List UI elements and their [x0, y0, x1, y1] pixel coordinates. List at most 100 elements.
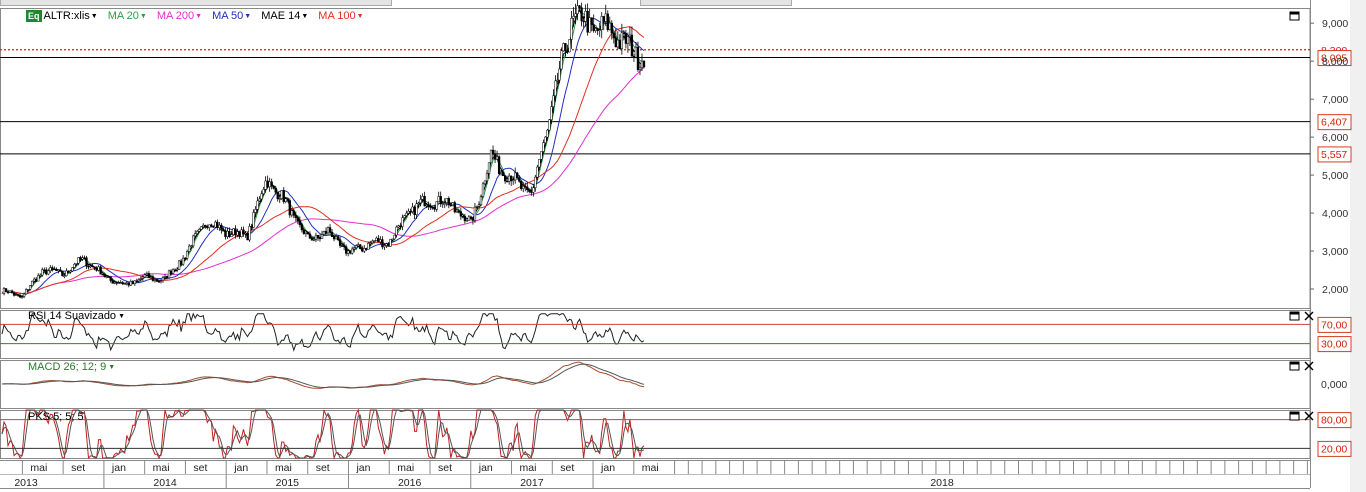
candle [214, 221, 217, 228]
candle [353, 247, 356, 250]
candle [31, 280, 34, 286]
candle [224, 230, 227, 237]
candle [405, 212, 408, 216]
legend-item-mae-14[interactable]: MAE 14 ▼ [261, 10, 308, 22]
candle [244, 232, 247, 235]
candle [125, 282, 128, 285]
macd-ref-label: 0,000 [1321, 379, 1347, 391]
candle [572, 16, 575, 19]
macd-panel-label[interactable]: MACD 26; 12; 9 ▼ [28, 361, 115, 373]
candle [268, 181, 271, 188]
candle [312, 238, 316, 241]
candle [288, 200, 291, 216]
month-label: jan [111, 462, 126, 474]
candle [234, 228, 237, 236]
candle [616, 39, 619, 48]
chevron-down-icon: ▼ [301, 12, 309, 20]
candle [534, 176, 537, 188]
candle [381, 239, 384, 248]
chart-window: 8,3008,0956,4075,557 2,0003,0004,0005,00… [0, 0, 1366, 492]
candle [397, 225, 400, 228]
candle [411, 206, 414, 213]
candle [43, 269, 46, 272]
candle [322, 231, 326, 235]
candle [461, 215, 465, 218]
candle [324, 231, 328, 234]
moving-averages [1, 9, 645, 297]
candle [107, 276, 110, 278]
candle [524, 186, 527, 188]
candle [167, 270, 171, 279]
close-icon[interactable] [1304, 411, 1314, 421]
candle [558, 68, 561, 81]
candle [473, 206, 477, 221]
candle [379, 239, 382, 243]
candle [332, 236, 336, 240]
candle [475, 206, 479, 208]
candle [204, 224, 207, 227]
candle [25, 289, 28, 295]
candle [373, 240, 376, 242]
candle [427, 204, 430, 207]
ma-line-ma-50 [1, 17, 645, 295]
ma-line-ma-200 [1, 66, 645, 295]
candle [457, 211, 460, 213]
legend-item-ma-200[interactable]: MA 200 ▼ [157, 10, 202, 22]
candle [638, 67, 642, 70]
chevron-down-icon: ▼ [108, 363, 116, 371]
candle [532, 187, 535, 193]
instrument-selector[interactable]: Eq ALTR:xlis ▼ [26, 10, 98, 22]
candle [554, 80, 557, 96]
chart-canvas[interactable]: 8,3008,0956,4075,557 2,0003,0004,0005,00… [0, 0, 1366, 492]
candle [578, 5, 581, 8]
horizontal-levels[interactable]: 8,3008,0956,4075,557 [0, 45, 1352, 163]
candle [222, 229, 225, 232]
candle [347, 250, 350, 254]
candle [161, 277, 165, 281]
candle [157, 281, 161, 283]
candle [147, 273, 151, 278]
legend-item-ma-100[interactable]: MA 100 ▼ [318, 10, 363, 22]
candle [159, 280, 163, 282]
close-icon[interactable] [1304, 311, 1314, 321]
candle [173, 269, 177, 271]
pks-panel-label[interactable]: PKS 5; 5; 5 [28, 411, 84, 423]
candle [181, 257, 185, 265]
candle [592, 24, 595, 31]
candle [560, 50, 563, 70]
candle [57, 269, 60, 271]
candle [630, 34, 634, 57]
legend-item-ma-50[interactable]: MA 50 ▼ [212, 10, 251, 22]
candle [385, 243, 388, 246]
chevron-down-icon: ▼ [244, 12, 252, 20]
candle [429, 206, 432, 208]
candle [117, 282, 120, 284]
candle [131, 281, 134, 285]
month-label: jan [478, 462, 493, 474]
candle [316, 234, 320, 239]
candle [79, 257, 82, 260]
candle [542, 142, 545, 152]
chevron-down-icon: ▼ [90, 12, 98, 20]
price-candles [2, 0, 646, 299]
close-icon[interactable] [1304, 361, 1314, 371]
rsi-panel-label[interactable]: RSI 14 Suavizado ▼ [28, 310, 125, 322]
pks-ref-20-label: 20,00 [1321, 443, 1347, 455]
equity-badge: Eq [26, 10, 42, 22]
candle [282, 190, 285, 203]
month-label: set [438, 462, 452, 474]
candle [526, 186, 529, 191]
candle [642, 60, 646, 68]
candle [530, 191, 533, 193]
ma-line-ma-100 [1, 26, 645, 295]
candle [588, 17, 591, 33]
chevron-down-icon: ▼ [139, 12, 147, 20]
candle [308, 233, 312, 239]
year-label: 2014 [153, 477, 177, 489]
legend-item-ma-20[interactable]: MA 20 ▼ [108, 10, 147, 22]
scrollbar-track [1350, 0, 1366, 492]
candle [570, 17, 573, 40]
candle [258, 198, 261, 202]
month-label: jan [600, 462, 615, 474]
legend-item-label: MA 20 [107, 10, 139, 22]
